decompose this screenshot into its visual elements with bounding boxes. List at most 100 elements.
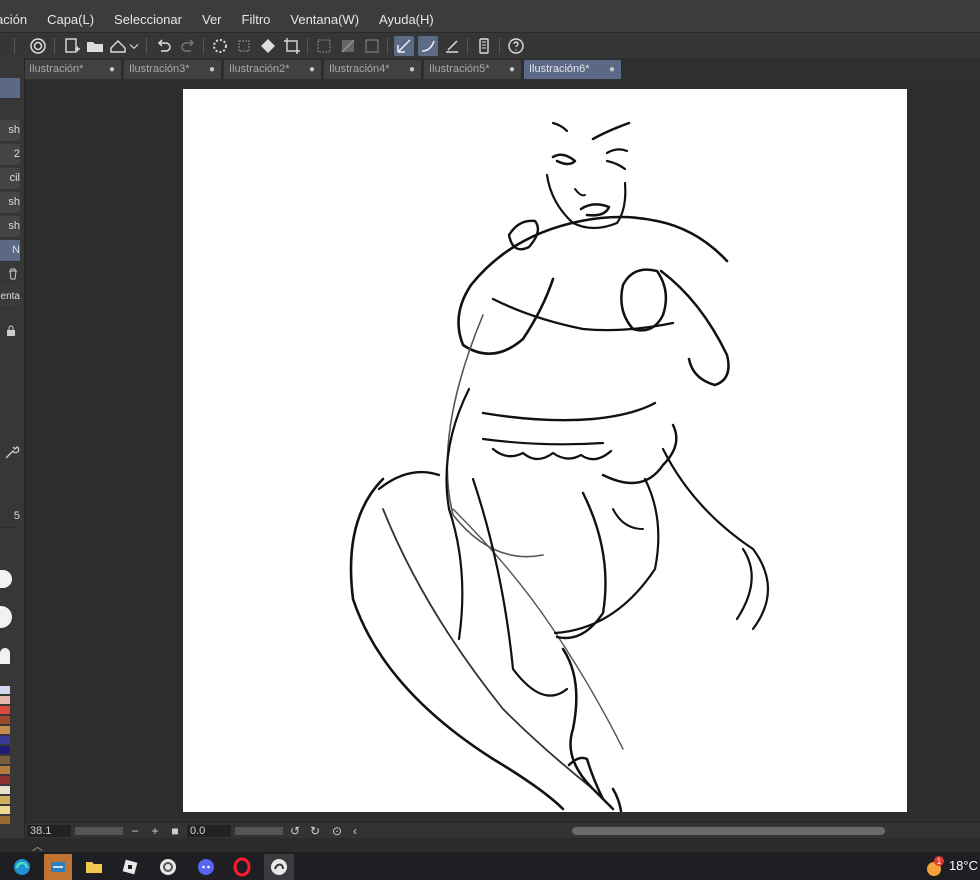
file-explorer-icon[interactable] [80, 854, 108, 880]
tab-ilustracion6[interactable]: Ilustración6* ● [524, 60, 622, 79]
tab-label: Ilustración4* [329, 63, 390, 75]
left-panel-scrollbar[interactable] [14, 118, 20, 838]
tab-label: Ilustración6* [529, 63, 590, 75]
color-swatch[interactable] [0, 716, 10, 724]
menu-bar: ación Capa(L) Seleccionar Ver Filtro Ven… [0, 6, 980, 32]
drawing-canvas[interactable] [183, 89, 907, 812]
fill-icon[interactable] [258, 36, 278, 56]
fit-screen-icon[interactable]: ■ [169, 824, 181, 838]
photopea-icon[interactable] [44, 854, 72, 880]
tab-ilustracion4[interactable]: Ilustración4* ● [324, 60, 422, 79]
left-tool-panel: sh 2 cil sh sh N enta 5 [0, 58, 25, 846]
invert-selection-icon[interactable] [338, 36, 358, 56]
color-swatch[interactable] [0, 706, 10, 714]
rotation-field[interactable]: 0.0 [187, 825, 231, 837]
toolbar-separator [203, 38, 204, 54]
zoom-out-icon[interactable]: − [129, 824, 141, 838]
brush-size-preview[interactable] [0, 570, 12, 588]
chevron-left-icon[interactable]: ‹ [349, 824, 361, 838]
roblox-icon[interactable] [116, 854, 144, 880]
open-folder-icon[interactable] [85, 36, 105, 56]
toolbar-separator [54, 38, 55, 54]
color-swatch[interactable] [0, 786, 10, 794]
rotate-left-icon[interactable]: ↺ [289, 824, 301, 838]
color-swatch[interactable] [0, 806, 10, 814]
tab-ilustracion[interactable]: Ilustración* ● [24, 60, 122, 79]
clip-studio-icon[interactable] [154, 854, 182, 880]
opera-icon[interactable] [228, 854, 256, 880]
new-file-icon[interactable] [62, 36, 82, 56]
close-tab-icon[interactable]: ● [309, 60, 315, 79]
discord-icon[interactable] [192, 854, 220, 880]
document-tab-bar: Ilustración* ● Ilustración3* ● Ilustración… [24, 58, 980, 80]
close-tab-icon[interactable]: ● [109, 60, 115, 79]
color-swatch[interactable] [0, 756, 10, 764]
sub-tool-selected[interactable] [0, 78, 20, 99]
smartphone-icon[interactable] [474, 36, 494, 56]
toolbar-separator [146, 38, 147, 54]
color-swatch[interactable] [0, 776, 10, 784]
color-swatch[interactable] [0, 726, 10, 734]
temperature-text: 18°C [948, 858, 978, 873]
tab-label: Ilustración3* [129, 63, 190, 75]
tab-label: Ilustración2* [229, 63, 290, 75]
menu-capa[interactable]: Capa(L) [37, 12, 104, 27]
zoom-slider[interactable] [75, 827, 123, 835]
chevron-down-icon[interactable] [127, 36, 141, 56]
help-icon[interactable] [506, 36, 526, 56]
menu-seleccionar[interactable]: Seleccionar [104, 12, 192, 27]
color-swatch[interactable] [0, 816, 10, 824]
close-tab-icon[interactable]: ● [409, 60, 415, 79]
transform-icon[interactable] [234, 36, 254, 56]
loading-icon[interactable] [210, 36, 230, 56]
redo-icon[interactable] [178, 36, 198, 56]
ruler-snap-icon[interactable] [394, 36, 414, 56]
tab-ilustracion2[interactable]: Ilustración2* ● [224, 60, 322, 79]
color-swatch[interactable] [0, 686, 10, 694]
clear-selection-icon[interactable] [362, 36, 382, 56]
weather-icon[interactable]: 1 [920, 854, 948, 880]
tab-label: Ilustración* [29, 63, 84, 75]
rotation-slider[interactable] [235, 827, 283, 835]
special-ruler-icon[interactable] [442, 36, 462, 56]
tab-ilustracion3[interactable]: Ilustración3* ● [124, 60, 222, 79]
zoom-field[interactable]: 38.1 [27, 825, 71, 837]
color-swatch[interactable] [0, 796, 10, 804]
tab-label: Ilustración5* [429, 63, 490, 75]
zoom-in-icon[interactable]: + [149, 824, 161, 838]
edge-icon[interactable] [8, 854, 36, 880]
brush-size-preview[interactable] [0, 606, 12, 628]
toolbar-separator [307, 38, 308, 54]
windows-taskbar: 1 18°C [0, 852, 980, 880]
color-swatch[interactable] [0, 736, 10, 744]
tab-ilustracion5[interactable]: Ilustración5* ● [424, 60, 522, 79]
close-tab-icon[interactable]: ● [509, 60, 515, 79]
menu-ventana[interactable]: Ventana(W) [280, 12, 369, 27]
curve-snap-icon[interactable] [418, 36, 438, 56]
toolbar-separator [499, 38, 500, 54]
close-tab-icon[interactable]: ● [209, 60, 215, 79]
save-icon[interactable] [108, 36, 128, 56]
crop-icon[interactable] [282, 36, 302, 56]
clip-studio-paint-icon[interactable] [264, 854, 294, 880]
undo-icon[interactable] [154, 36, 174, 56]
reset-rotation-icon[interactable]: ⊙ [331, 824, 343, 838]
color-swatch[interactable] [0, 696, 10, 704]
rotate-right-icon[interactable]: ↻ [309, 824, 321, 838]
menu-ayuda[interactable]: Ayuda(H) [369, 12, 444, 27]
horizontal-scrollbar[interactable] [572, 827, 885, 835]
panel-collapse-bar: ︿ [0, 838, 980, 853]
clip-studio-icon[interactable] [28, 36, 48, 56]
menu-ver[interactable]: Ver [192, 12, 232, 27]
brush-size-preview[interactable] [0, 648, 10, 664]
menu-filtro[interactable]: Filtro [232, 12, 281, 27]
menu-ilustracion[interactable]: ación [0, 12, 37, 27]
color-swatch[interactable] [0, 746, 10, 754]
weather-badge: 1 [937, 857, 942, 866]
selection-off-icon[interactable] [314, 36, 334, 56]
close-tab-icon[interactable]: ● [609, 60, 615, 79]
toolbar-separator [467, 38, 468, 54]
color-swatch[interactable] [0, 766, 10, 774]
canvas-status-bar: 38.1 − + ■ 0.0 ↺ ↻ ⊙ ‹ [25, 822, 980, 839]
command-bar [0, 32, 980, 59]
